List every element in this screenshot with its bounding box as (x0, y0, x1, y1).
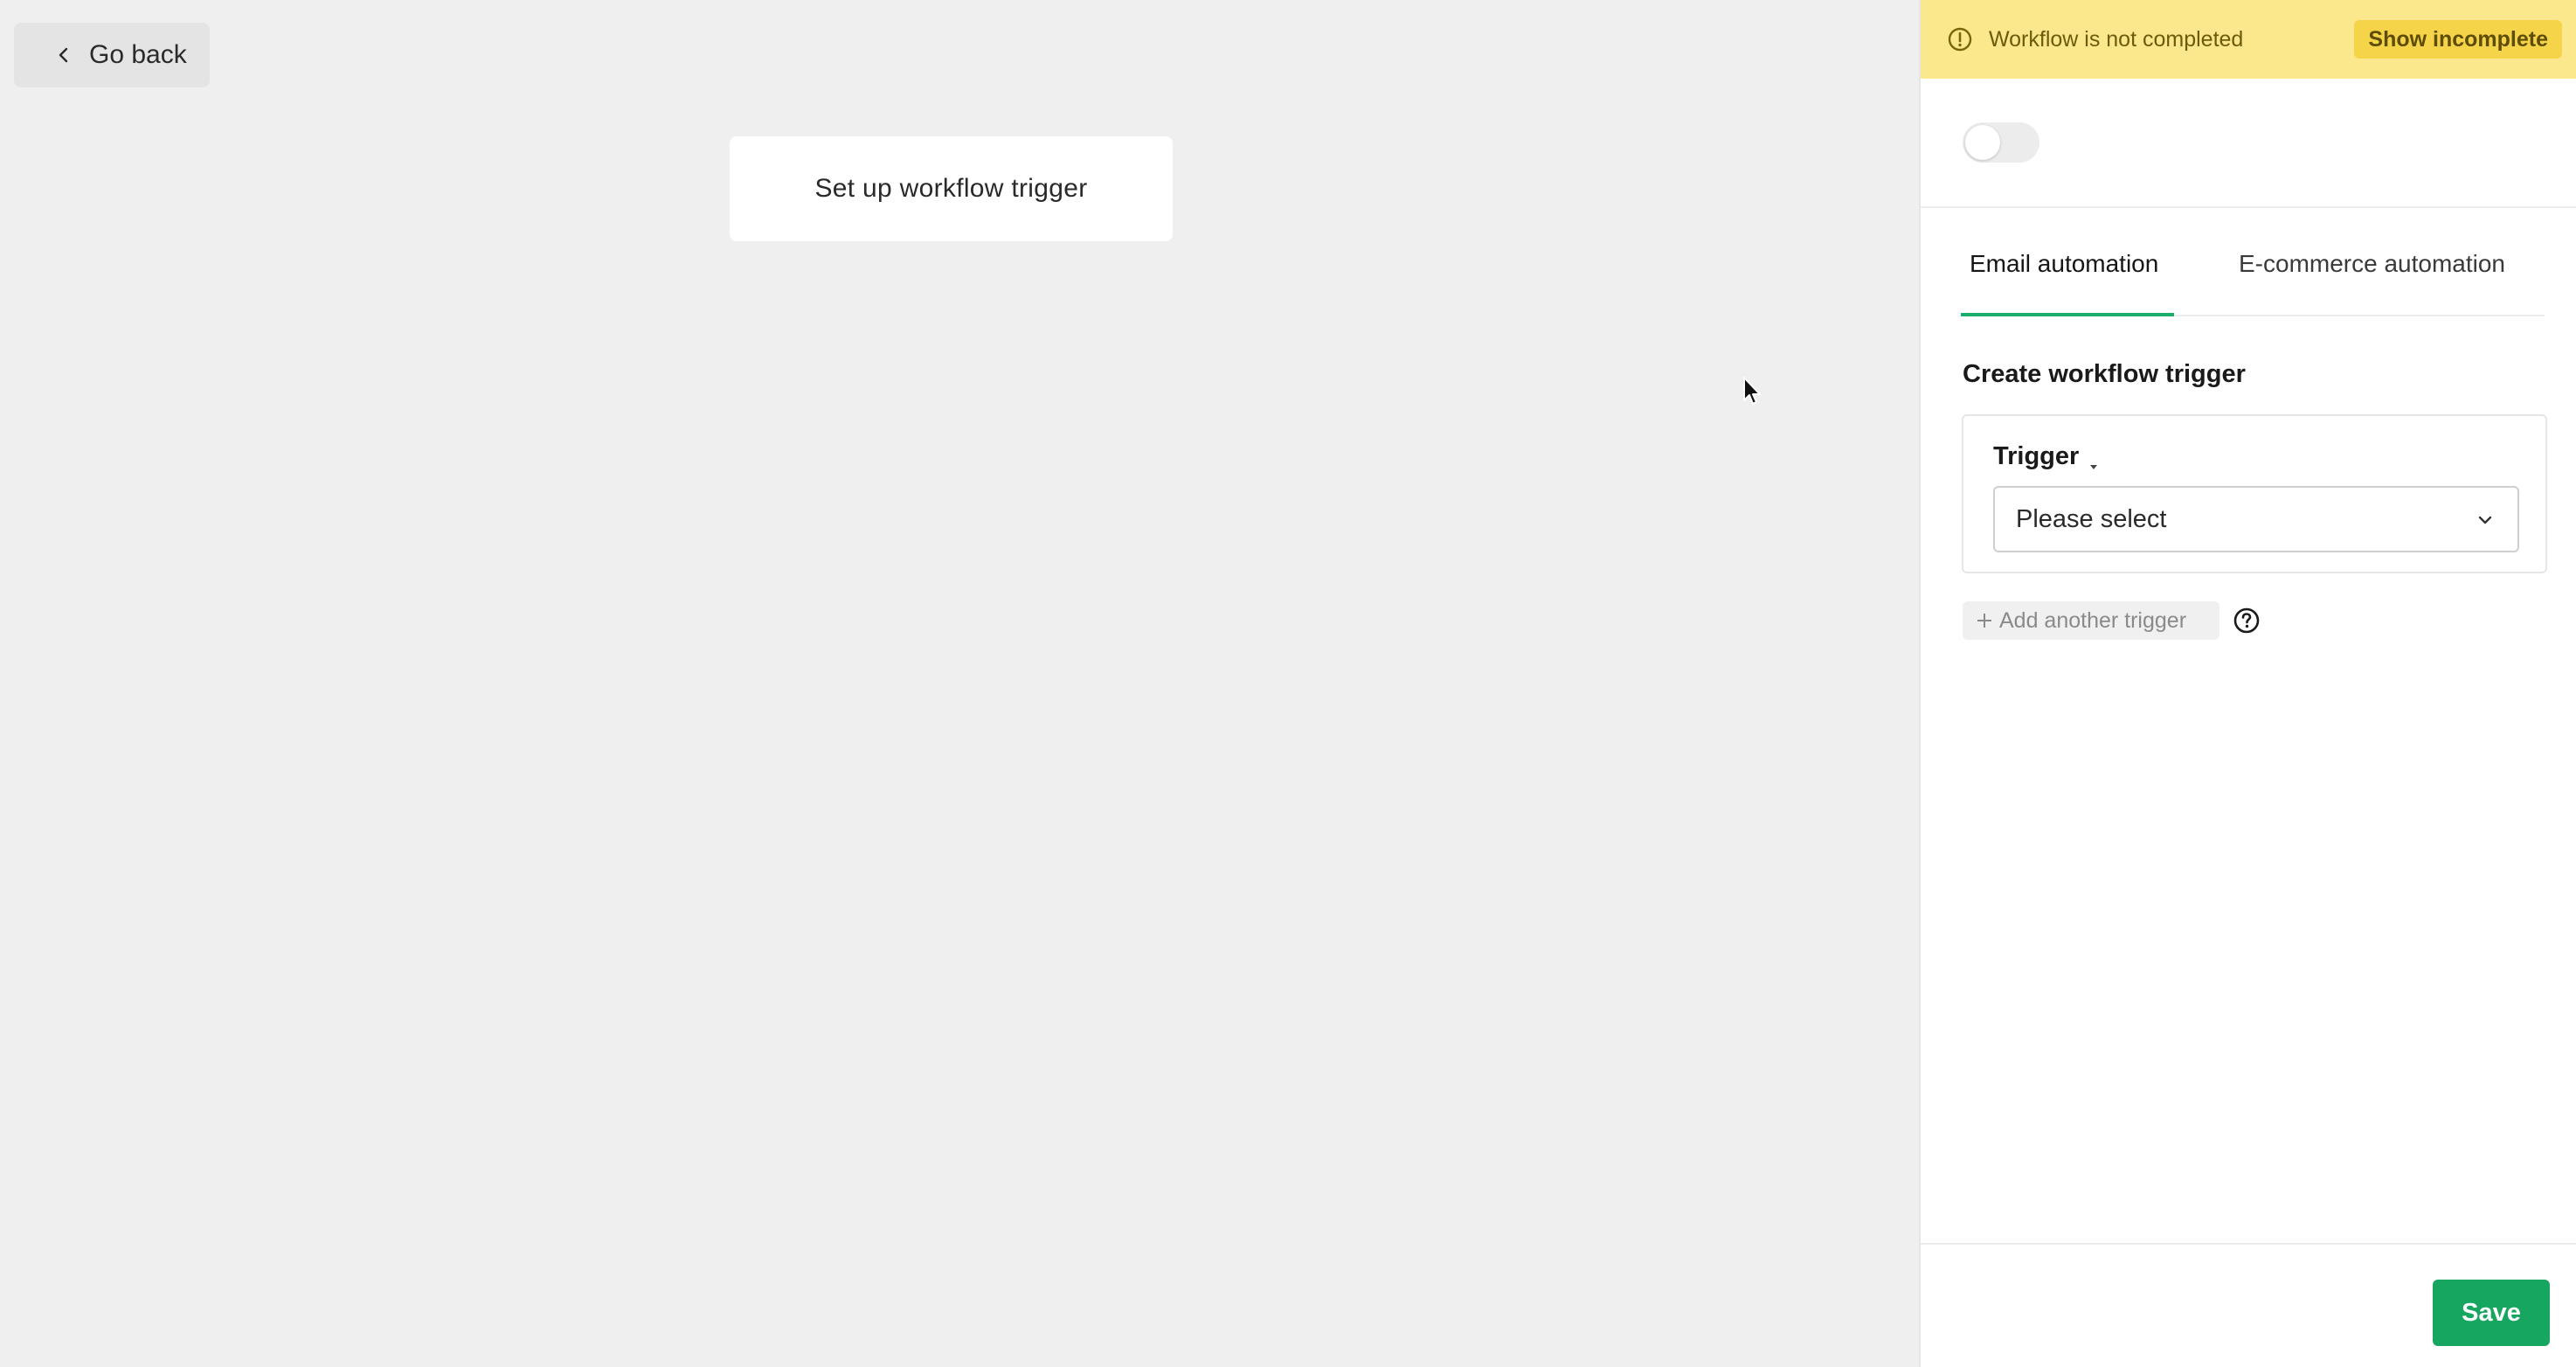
help-icon[interactable] (2232, 606, 2261, 635)
trigger-select[interactable]: Please select (1993, 486, 2519, 552)
workflow-settings-panel: Workflow is not completed Show incomplet… (1919, 0, 2576, 1367)
show-incomplete-button[interactable]: Show incomplete (2354, 20, 2562, 59)
incomplete-warning-banner: Workflow is not completed Show incomplet… (1921, 0, 2576, 79)
trigger-card: Trigger Please select (1962, 414, 2547, 573)
go-back-button[interactable]: Go back (14, 23, 210, 87)
section-title: Create workflow trigger (1963, 360, 2246, 388)
active-tab-indicator (1961, 313, 2174, 316)
add-trigger-label: Add another trigger (1999, 607, 2187, 633)
trigger-select-value: Please select (2016, 504, 2167, 533)
footer-divider (1921, 1243, 2576, 1245)
trigger-node-label: Set up workflow trigger (814, 174, 1088, 203)
chevron-left-icon (49, 40, 79, 70)
trigger-label-text: Trigger (1993, 442, 2080, 470)
chevron-down-icon (2474, 509, 2496, 531)
add-another-trigger-button[interactable]: Add another trigger (1963, 601, 2219, 640)
automation-tabs: Email automation E-commerce automation (1961, 208, 2545, 316)
trigger-field-label: Trigger (1993, 442, 2100, 471)
toggle-knob (1965, 125, 2000, 160)
save-button[interactable]: Save (2433, 1280, 2550, 1346)
caret-down-icon (2088, 451, 2100, 469)
workflow-canvas[interactable]: Go back Set up workflow trigger (0, 0, 1919, 1367)
go-back-label: Go back (89, 40, 187, 69)
banner-message: Workflow is not completed (1989, 26, 2244, 52)
warning-circle-icon (1947, 26, 1973, 52)
workflow-trigger-node[interactable]: Set up workflow trigger (730, 136, 1173, 241)
tab-email-automation[interactable]: Email automation (1970, 250, 2158, 278)
mouse-cursor-icon (1742, 376, 1763, 407)
tab-ecommerce-automation[interactable]: E-commerce automation (2239, 250, 2505, 278)
workflow-active-toggle[interactable] (1963, 122, 2039, 163)
plus-icon (1975, 611, 1994, 630)
